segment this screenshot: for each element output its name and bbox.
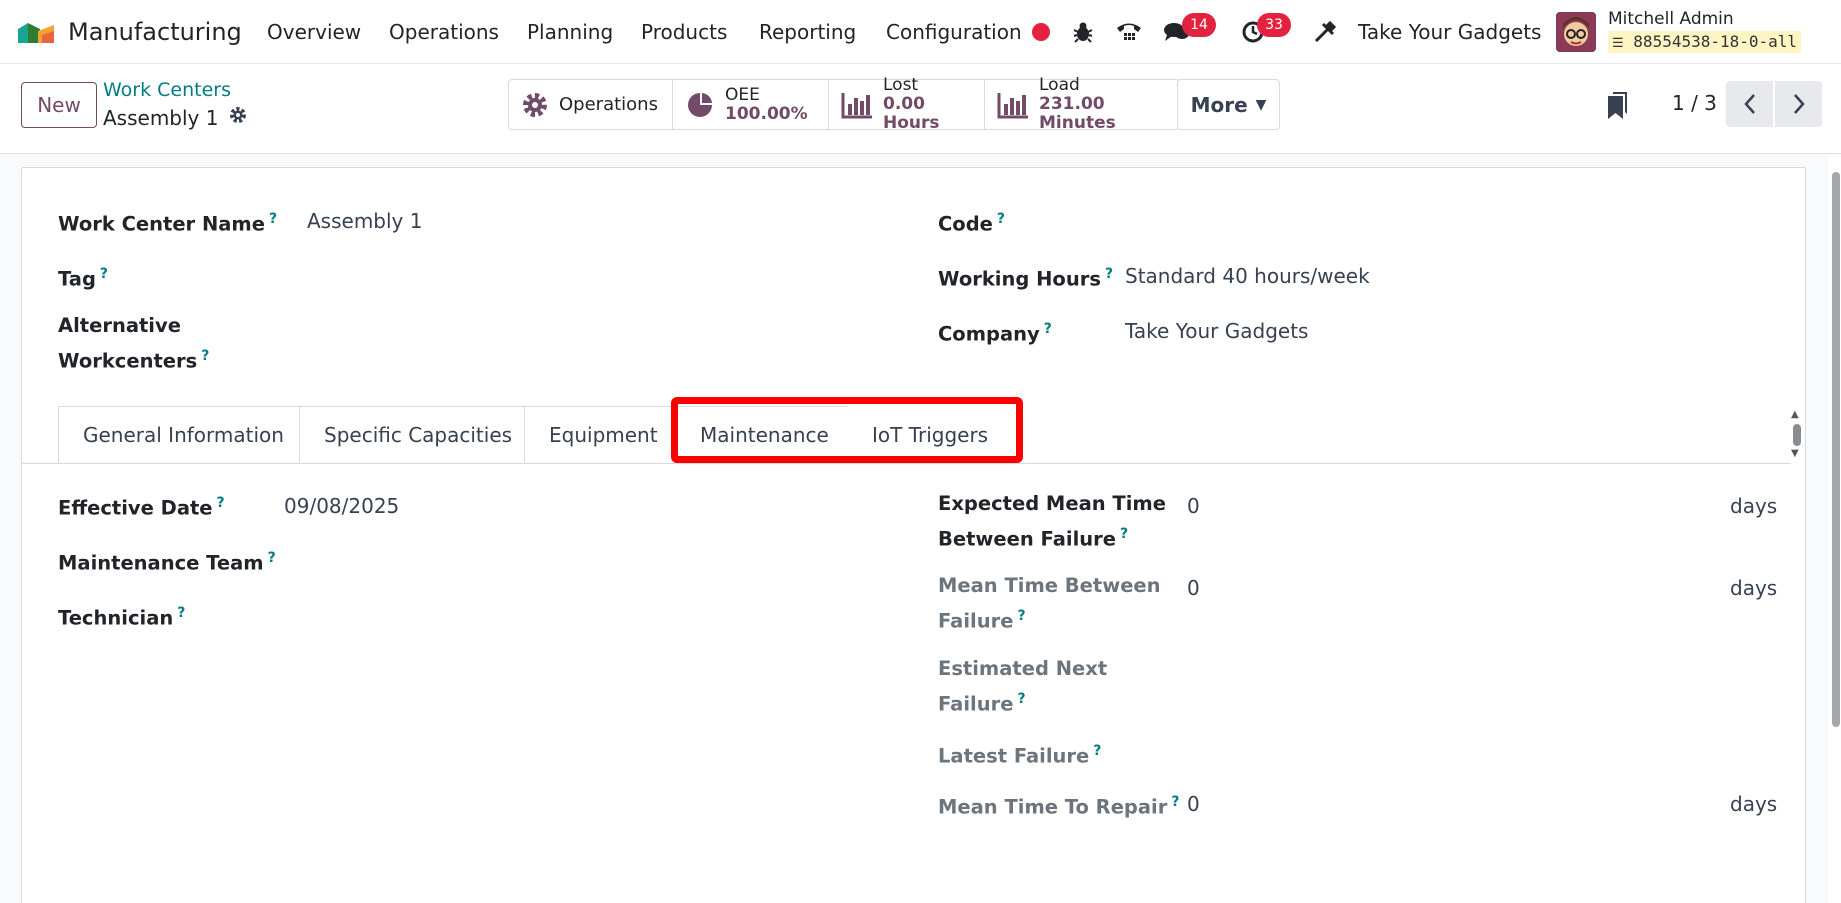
- expected-mtbf-label: Expected Mean Time Between Failure?: [938, 492, 1166, 551]
- tab-scroll-down-icon[interactable]: ▼: [1791, 448, 1799, 459]
- record-name: Assembly 1: [103, 105, 219, 130]
- form-sheet: [21, 167, 1806, 903]
- mtbf-field: 0: [1187, 576, 1200, 600]
- menu-reporting[interactable]: Reporting: [759, 0, 856, 64]
- user-name[interactable]: Mitchell Admin: [1608, 9, 1734, 29]
- operations-smart-button[interactable]: Operations: [509, 80, 673, 129]
- pager-value[interactable]: 1 / 3: [1672, 91, 1717, 115]
- oee-smart-button[interactable]: OEE 100.00%: [673, 80, 829, 129]
- technician-label: Technician?: [58, 605, 186, 630]
- breadcrumb-current: Assembly 1: [103, 105, 248, 130]
- mtbf-unit: days: [1730, 576, 1778, 600]
- tab-general-information[interactable]: General Information: [58, 406, 300, 463]
- caret-down-icon: ▼: [1255, 96, 1267, 113]
- tab-maintenance[interactable]: Maintenance: [675, 406, 849, 463]
- bar-chart-icon: [841, 91, 873, 119]
- pager-next-button[interactable]: [1775, 81, 1822, 127]
- working-hours-field[interactable]: Standard 40 hours/week: [1125, 264, 1370, 288]
- gear-icon[interactable]: [228, 105, 248, 130]
- tab-specific-capacities[interactable]: Specific Capacities: [299, 406, 525, 463]
- lost-label: Lost: [883, 75, 919, 95]
- breadcrumb-work-centers[interactable]: Work Centers: [103, 79, 231, 101]
- load-smart-button[interactable]: Load 231.00 Minutes: [985, 76, 1179, 133]
- tab-scroll-up-icon[interactable]: ▲: [1791, 409, 1799, 420]
- lost-value: 0.00 Hours: [883, 94, 940, 133]
- estimated-next-failure-label: Estimated Next Failure?: [938, 657, 1108, 716]
- more-label: More: [1190, 92, 1248, 117]
- notebook-tabs: General Information Specific Capacities …: [58, 406, 998, 463]
- expected-mtbf-field[interactable]: 0: [1187, 494, 1200, 518]
- tab-equipment[interactable]: Equipment: [524, 406, 676, 463]
- operations-label: Operations: [559, 94, 658, 115]
- activities-badge: 33: [1257, 13, 1291, 37]
- new-button[interactable]: New: [21, 82, 97, 128]
- pie-chart-icon: [685, 90, 715, 120]
- app-name[interactable]: Manufacturing: [68, 0, 242, 64]
- load-label: Load: [1039, 75, 1080, 95]
- company-label: Company?: [938, 321, 1052, 346]
- working-hours-label: Working Hours?: [938, 266, 1114, 291]
- more-button[interactable]: More ▼: [1177, 79, 1280, 130]
- page-scrollbar-thumb[interactable]: [1832, 172, 1840, 727]
- tab-divider: [21, 463, 1791, 464]
- menu-overview[interactable]: Overview: [267, 0, 361, 64]
- oee-label: OEE: [725, 84, 760, 105]
- tag-label: Tag?: [58, 266, 109, 291]
- work-center-name-field[interactable]: Assembly 1: [307, 209, 422, 233]
- menu-planning[interactable]: Planning: [527, 0, 613, 64]
- database-name: ☰ 88554538-18-0-all: [1608, 31, 1802, 53]
- mttr-label: Mean Time To Repair?: [938, 794, 1180, 819]
- database-icon: ☰: [1612, 36, 1624, 51]
- bar-chart-icon: [997, 91, 1029, 119]
- avatar[interactable]: [1556, 12, 1596, 52]
- tools-icon[interactable]: [1308, 0, 1342, 64]
- code-label: Code?: [938, 211, 1006, 236]
- gear-icon: [521, 91, 549, 119]
- mttr-unit: days: [1730, 792, 1778, 816]
- maintenance-team-label: Maintenance Team?: [58, 550, 276, 575]
- effective-date-field[interactable]: 09/08/2025: [284, 494, 399, 518]
- menu-operations[interactable]: Operations: [389, 0, 499, 64]
- menu-products[interactable]: Products: [641, 0, 727, 64]
- bug-icon[interactable]: [1066, 0, 1100, 64]
- company-field[interactable]: Take Your Gadgets: [1125, 319, 1308, 343]
- lost-smart-button[interactable]: Lost 0.00 Hours: [829, 76, 985, 133]
- alternative-workcenters-label: Alternative Workcenters?: [58, 314, 210, 373]
- pager-previous-button[interactable]: [1726, 81, 1773, 127]
- phone-icon[interactable]: [1112, 0, 1146, 64]
- smart-buttons: Operations OEE 100.00% Lost 0.00 Hours L…: [508, 76, 1180, 133]
- work-center-name-label: Work Center Name?: [58, 211, 278, 236]
- oee-value: 100.00%: [725, 103, 808, 124]
- menu-configuration[interactable]: Configuration: [886, 0, 1022, 64]
- bookmark-icon[interactable]: [1605, 90, 1631, 124]
- mttr-field: 0: [1187, 792, 1200, 816]
- top-navbar: Manufacturing Overview Operations Planni…: [0, 0, 1841, 64]
- expected-mtbf-unit: days: [1730, 494, 1778, 518]
- effective-date-label: Effective Date?: [58, 495, 225, 520]
- mtbf-label: Mean Time Between Failure?: [938, 574, 1161, 633]
- tab-iot-triggers[interactable]: IoT Triggers: [848, 406, 998, 463]
- chevron-right-icon: [1793, 94, 1805, 114]
- chevron-left-icon: [1743, 94, 1755, 114]
- company-switcher[interactable]: Take Your Gadgets: [1358, 0, 1541, 64]
- record-dot-icon[interactable]: [1024, 0, 1058, 64]
- app-logo-icon[interactable]: [16, 0, 56, 64]
- load-value: 231.00 Minutes: [1039, 94, 1116, 133]
- latest-failure-label: Latest Failure?: [938, 743, 1102, 768]
- messages-badge: 14: [1182, 13, 1216, 37]
- database-label: 88554538-18-0-all: [1633, 32, 1798, 51]
- tab-scrollbar-thumb[interactable]: [1793, 424, 1801, 446]
